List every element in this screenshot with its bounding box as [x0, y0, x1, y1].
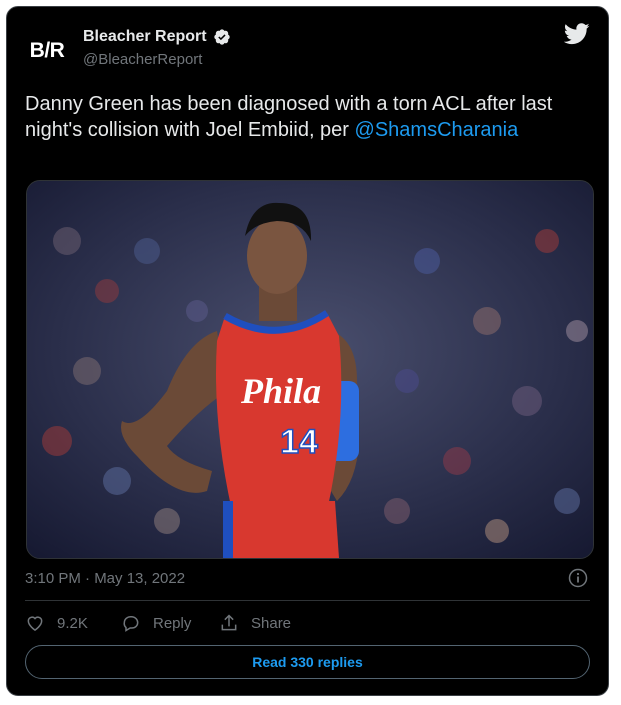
reply-button[interactable]: Reply	[121, 613, 191, 633]
tweet-media-image[interactable]: Phila 14	[26, 180, 594, 559]
tweet-text: Danny Green has been diagnosed with a to…	[25, 91, 585, 143]
mention-link[interactable]: @ShamsCharania	[355, 119, 519, 141]
jersey-text: Phila	[240, 371, 321, 411]
player-photo: Phila 14	[27, 181, 593, 558]
author-handle[interactable]: @BleacherReport	[83, 51, 202, 68]
reply-icon	[123, 616, 139, 632]
tweet-timestamp[interactable]: 3:10 PM · May 13, 2022	[25, 570, 185, 587]
twitter-logo-icon[interactable]	[564, 23, 590, 45]
share-button[interactable]: Share	[219, 613, 291, 633]
author-name[interactable]: Bleacher Report	[83, 28, 207, 46]
read-replies-button[interactable]: Read 330 replies	[25, 645, 590, 679]
divider	[25, 600, 590, 601]
share-label: Share	[251, 614, 292, 632]
avatar-text: B/R	[29, 39, 65, 62]
reply-label: Reply	[153, 614, 192, 632]
heart-icon	[27, 616, 43, 631]
verified-badge-icon	[214, 29, 230, 45]
share-icon	[221, 614, 237, 631]
like-count: 9.2K	[57, 614, 88, 632]
avatar[interactable]: B/R	[25, 29, 69, 73]
jersey-number: 14	[280, 423, 318, 461]
tweet-card: B/R Bleacher Report @BleacherReport Dann…	[6, 6, 609, 696]
like-button[interactable]: 9.2K	[25, 613, 88, 633]
info-icon[interactable]	[568, 568, 588, 588]
